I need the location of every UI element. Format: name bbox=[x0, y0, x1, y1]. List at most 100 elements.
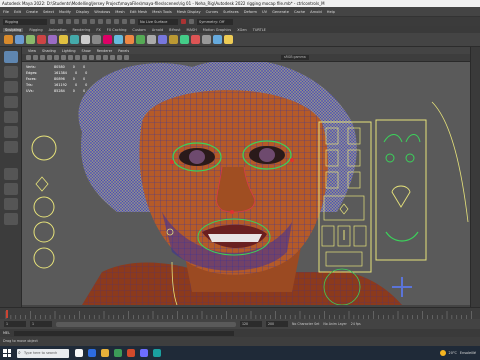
end-field[interactable]: 120 bbox=[240, 321, 262, 327]
shelf-tool-icon[interactable] bbox=[213, 35, 222, 44]
shelf-tool-icon[interactable] bbox=[48, 35, 57, 44]
select-by-component-icon[interactable] bbox=[106, 19, 111, 24]
menu-cache[interactable]: Cache bbox=[294, 10, 305, 14]
shelf-tool-icon[interactable] bbox=[70, 35, 79, 44]
wireframe-on-shaded-icon[interactable] bbox=[89, 55, 94, 60]
anim-end-field[interactable]: 200 bbox=[266, 321, 288, 327]
camera-attributes-icon[interactable] bbox=[33, 55, 38, 60]
ipr-render-icon[interactable] bbox=[189, 19, 194, 24]
shelf-tab-xgen[interactable]: XGen bbox=[237, 28, 246, 32]
shelf-tab-rendering[interactable]: Rendering bbox=[72, 28, 90, 32]
symmetry-field[interactable]: Symmetry: Off bbox=[197, 18, 233, 25]
select-by-object-icon[interactable] bbox=[98, 19, 103, 24]
menu-mesh[interactable]: Mesh bbox=[115, 10, 124, 14]
taskbar-search[interactable]: Type here to search bbox=[17, 348, 69, 358]
shelf-tool-icon[interactable] bbox=[136, 35, 145, 44]
shelf-tool-icon[interactable] bbox=[180, 35, 189, 44]
panel-menu-renderer[interactable]: Renderer bbox=[97, 49, 112, 53]
grid-icon[interactable] bbox=[54, 55, 59, 60]
menu-edit[interactable]: Edit bbox=[14, 10, 21, 14]
isolate-select-icon[interactable] bbox=[124, 55, 129, 60]
smooth-shade-icon[interactable] bbox=[82, 55, 87, 60]
shelf-tab-fx[interactable]: FX bbox=[96, 28, 100, 32]
menu-display[interactable]: Display bbox=[76, 10, 89, 14]
menu-mesh-display[interactable]: Mesh Display bbox=[177, 10, 201, 14]
command-input[interactable] bbox=[13, 330, 234, 336]
menu-modify[interactable]: Modify bbox=[59, 10, 71, 14]
shelf-tool-icon[interactable] bbox=[81, 35, 90, 44]
taskbar-app-icon[interactable] bbox=[140, 349, 148, 357]
panel-menu-view[interactable]: View bbox=[28, 49, 36, 53]
resolution-gate-icon[interactable] bbox=[68, 55, 73, 60]
save-scene-icon[interactable] bbox=[66, 19, 71, 24]
menu-help[interactable]: Help bbox=[327, 10, 335, 14]
shelf-tool-icon[interactable] bbox=[147, 35, 156, 44]
taskbar-app-icon[interactable] bbox=[75, 349, 83, 357]
undo-icon[interactable] bbox=[74, 19, 79, 24]
shelf-tab-arnold[interactable]: Arnold bbox=[152, 28, 163, 32]
shelf-tab-bifrost[interactable]: Bifrost bbox=[169, 28, 180, 32]
menu-windows[interactable]: Windows bbox=[94, 10, 110, 14]
shelf-tab-turtle[interactable]: TURTLE bbox=[253, 28, 266, 32]
four-view-layout-icon[interactable] bbox=[3, 183, 18, 195]
panel-menu-show[interactable]: Show bbox=[82, 49, 91, 53]
wireframe-icon[interactable] bbox=[75, 55, 80, 60]
menu-create[interactable]: Create bbox=[26, 10, 38, 14]
move-tool-icon[interactable] bbox=[3, 96, 18, 108]
windows-start-icon[interactable] bbox=[3, 349, 11, 357]
rotate-tool-icon[interactable] bbox=[3, 111, 18, 123]
textured-icon[interactable] bbox=[96, 55, 101, 60]
menu-mesh-tools[interactable]: Mesh Tools bbox=[152, 10, 171, 14]
shelf-tool-icon[interactable] bbox=[224, 35, 233, 44]
shelf-tool-icon[interactable] bbox=[103, 35, 112, 44]
shelf-tool-icon[interactable] bbox=[26, 35, 35, 44]
last-tool-icon[interactable] bbox=[3, 141, 18, 153]
range-bar[interactable] bbox=[56, 321, 236, 327]
taskbar-app-icon[interactable] bbox=[153, 349, 161, 357]
menu-deform[interactable]: Deform bbox=[244, 10, 257, 14]
shelf-tab-animation[interactable]: Animation bbox=[49, 28, 67, 32]
redo-icon[interactable] bbox=[82, 19, 87, 24]
time-slider[interactable] bbox=[0, 307, 480, 319]
shelf-tab-sculpting[interactable]: Sculpting bbox=[3, 27, 24, 32]
panel-menu-lighting[interactable]: Lighting bbox=[62, 49, 76, 53]
character-set-menu[interactable]: No Character Set bbox=[292, 322, 319, 326]
scale-tool-icon[interactable] bbox=[3, 126, 18, 138]
persp-graph-layout-icon[interactable] bbox=[3, 213, 18, 225]
shelf-tool-icon[interactable] bbox=[4, 35, 13, 44]
menu-arnold[interactable]: Arnold bbox=[310, 10, 322, 14]
shelf-tool-icon[interactable] bbox=[37, 35, 46, 44]
menu-set-selector[interactable]: Rigging bbox=[3, 18, 47, 25]
perspective-viewport[interactable]: Verts: 80580 0 0 Edges: 161384 0 0 Faces: 80896 0 0… bbox=[22, 62, 470, 305]
lasso-tool-icon[interactable] bbox=[3, 66, 18, 78]
shelf-tool-icon[interactable] bbox=[191, 35, 200, 44]
anim-start-field[interactable]: 1 bbox=[4, 321, 26, 327]
render-icon[interactable] bbox=[181, 19, 186, 24]
start-field[interactable]: 1 bbox=[30, 321, 52, 327]
open-scene-icon[interactable] bbox=[58, 19, 63, 24]
select-tool-icon[interactable] bbox=[3, 51, 18, 63]
lights-icon[interactable] bbox=[103, 55, 108, 60]
single-perspective-layout-icon[interactable] bbox=[3, 168, 18, 180]
shelf-tool-icon[interactable] bbox=[202, 35, 211, 44]
shadows-icon[interactable] bbox=[110, 55, 115, 60]
anim-layer-menu[interactable]: No Anim Layer bbox=[323, 322, 346, 326]
menu-file[interactable]: File bbox=[3, 10, 9, 14]
menu-select[interactable]: Select bbox=[43, 10, 54, 14]
bookmark-icon[interactable] bbox=[40, 55, 45, 60]
weather-label[interactable]: Ensoleillé bbox=[460, 351, 476, 355]
shelf-tab-mash[interactable]: MASH bbox=[186, 28, 196, 32]
live-surface-field[interactable]: No Live Surface bbox=[138, 18, 178, 25]
shelf-tab-fx-caching[interactable]: FX Caching bbox=[107, 28, 127, 32]
menu-surfaces[interactable]: Surfaces bbox=[223, 10, 239, 14]
taskbar-app-icon[interactable] bbox=[114, 349, 122, 357]
select-by-hierarchy-icon[interactable] bbox=[90, 19, 95, 24]
taskbar-app-icon[interactable] bbox=[127, 349, 135, 357]
panel-menu-shading[interactable]: Shading bbox=[42, 49, 56, 53]
snap-to-point-icon[interactable] bbox=[130, 19, 135, 24]
film-gate-icon[interactable] bbox=[61, 55, 66, 60]
snap-to-curve-icon[interactable] bbox=[122, 19, 127, 24]
shelf-tool-icon[interactable] bbox=[125, 35, 134, 44]
image-plane-icon[interactable] bbox=[47, 55, 52, 60]
panel-menu-panels[interactable]: Panels bbox=[118, 49, 129, 53]
